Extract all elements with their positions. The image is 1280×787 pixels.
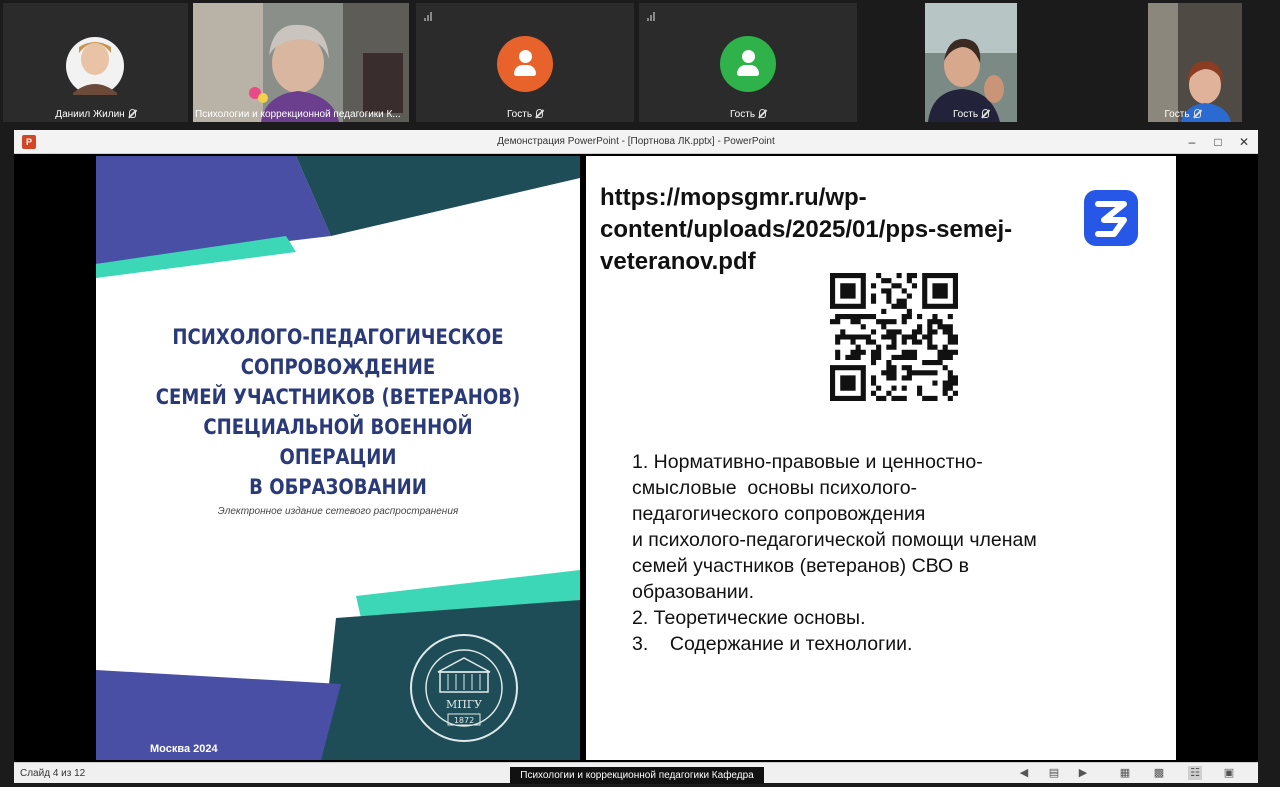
list-item: 2. Теоретические основы. [632, 607, 866, 629]
participant-tile-3[interactable]: Гость [416, 3, 634, 122]
mic-muted-icon [1193, 109, 1201, 118]
seal-year: 1872 [454, 716, 474, 725]
window-title: Демонстрация PowerPoint - [Портнова ЛК.p… [497, 136, 775, 147]
signal-icon [647, 11, 659, 21]
mic-muted-icon [982, 109, 990, 118]
participant-video [1085, 3, 1280, 122]
participant-tile-2[interactable]: Психологии и коррекционной педагогики К.… [193, 3, 409, 122]
participant-name: Гость [729, 109, 756, 120]
slide-show-area: ПСИХОЛОГО-ПЕДАГОГИЧЕСКОЕ СОПРОВОЖДЕНИЕ С… [14, 154, 1258, 762]
previous-slide-icon[interactable]: ◀ [1017, 766, 1031, 780]
cover-title-line: СЕМЕЙ УЧАСТНИКОВ (ВЕТЕРАНОВ) [155, 385, 521, 409]
reading-view-icon[interactable]: ☷ [1188, 766, 1202, 780]
slide-sorter-icon[interactable]: ▩ [1152, 766, 1166, 780]
seal-abbr: МПГУ [446, 698, 482, 711]
conference-stage: Даниил Жилин Психологии и коррекционной … [0, 0, 1280, 787]
participant-name: Гость [1164, 109, 1190, 120]
participant-name: Гость [952, 109, 979, 120]
cover-title-line: ПСИХОЛОГО-ПЕДАГОГИЧЕСКОЕ [172, 325, 504, 349]
close-icon[interactable]: ✕ [1236, 134, 1252, 150]
participant-photo [3, 3, 188, 122]
slide-counter: Слайд 4 из 12 [20, 768, 86, 779]
mic-muted-icon [759, 109, 767, 118]
z-logo-icon [1084, 190, 1138, 246]
participant-name: Психологии и коррекционной педагогики К.… [195, 109, 401, 120]
download-url[interactable]: https://mopsgmr.ru/wp- content/uploads/2… [600, 182, 1070, 278]
guest-avatar [497, 36, 553, 92]
url-line: content/uploads/2025/01/pps-semej- [600, 216, 1013, 243]
content-slide: https://mopsgmr.ru/wp- content/uploads/2… [586, 156, 1176, 760]
normal-view-icon[interactable]: ▦ [1118, 766, 1132, 780]
list-item: 3. Содержание и технологии. [632, 633, 913, 655]
guest-avatar [720, 36, 776, 92]
next-slide-icon[interactable]: ▶ [1076, 766, 1090, 780]
list-item: педагогического сопровождения [632, 503, 926, 525]
minimize-icon[interactable]: – [1184, 134, 1200, 150]
contents-list: 1. Нормативно-правовые и ценностно- смыс… [632, 449, 1152, 657]
speaker-caption: Психологии и коррекционной педагогики Ка… [510, 767, 764, 784]
notes-icon[interactable]: ▤ [1047, 766, 1061, 780]
cover-city-year: Москва 2024 [150, 743, 218, 755]
cover-slide: ПСИХОЛОГО-ПЕДАГОГИЧЕСКОЕ СОПРОВОЖДЕНИЕ С… [96, 156, 580, 760]
window-titlebar: P Демонстрация PowerPoint - [Портнова ЛК… [14, 130, 1258, 154]
slide-show-icon[interactable]: ▣ [1222, 766, 1236, 780]
url-line: https://mopsgmr.ru/wp- [600, 184, 867, 211]
list-item: семей участников (ветеранов) СВО в [632, 555, 969, 577]
participant-name: Даниил Жилин [55, 109, 125, 120]
participant-tile-5[interactable]: Гость [862, 3, 1080, 122]
list-item: образовании. [632, 581, 755, 603]
cover-title: ПСИХОЛОГО-ПЕДАГОГИЧЕСКОЕ СОПРОВОЖДЕНИЕ С… [147, 322, 529, 502]
participant-video [193, 3, 409, 122]
cover-title-line: СПЕЦИАЛЬНОЙ ВОЕННОЙ ОПЕРАЦИИ [203, 415, 473, 469]
list-item: и психолого-педагогической помощи членам [632, 529, 1037, 551]
participant-video [862, 3, 1080, 122]
maximize-icon[interactable]: □ [1210, 134, 1226, 150]
signal-icon [424, 11, 436, 21]
cover-title-line: СОПРОВОЖДЕНИЕ [240, 355, 436, 379]
list-item: смысловые основы психолого- [632, 477, 918, 499]
list-item: 1. Нормативно-правовые и ценностно- [632, 451, 983, 473]
participant-tile-6[interactable]: Гость [1085, 3, 1280, 122]
powerpoint-window: P Демонстрация PowerPoint - [Портнова ЛК… [14, 130, 1258, 783]
qr-code-icon [830, 273, 958, 401]
mic-muted-icon [128, 109, 136, 118]
participant-name: Гость [506, 109, 533, 120]
university-seal-icon: МПГУ 1872 [410, 634, 518, 742]
mic-muted-icon [536, 109, 544, 118]
cover-title-line: В ОБРАЗОВАНИИ [249, 475, 427, 499]
participant-tile-4[interactable]: Гость [639, 3, 857, 122]
participant-tile-1[interactable]: Даниил Жилин [3, 3, 188, 122]
cover-subtitle: Электронное издание сетевого распростран… [217, 506, 459, 517]
